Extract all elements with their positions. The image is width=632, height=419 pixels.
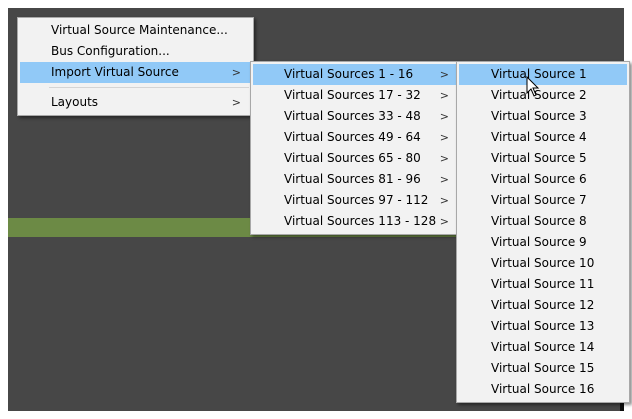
menu-item-virtual-sources-81-96[interactable]: Virtual Sources 81 - 96 > (253, 169, 459, 190)
mouse-pointer-icon (526, 76, 540, 97)
menu-item-layouts[interactable]: Layouts > (20, 92, 251, 113)
chevron-right-icon: > (439, 152, 449, 165)
menu-item-label: Virtual Sources 97 - 112 (284, 193, 429, 207)
menu-item-label: Virtual Sources 49 - 64 (284, 130, 421, 144)
menu-item-virtual-sources-97-112[interactable]: Virtual Sources 97 - 112 > (253, 190, 459, 211)
chevron-right-icon: > (439, 194, 449, 207)
menu-item-label: Virtual Source 15 (491, 361, 595, 375)
menu-item-virtual-source-6[interactable]: Virtual Source 6 (459, 169, 627, 190)
chevron-right-icon: > (439, 68, 449, 81)
chevron-right-icon: > (439, 110, 449, 123)
menu-item-virtual-source-13[interactable]: Virtual Source 13 (459, 316, 627, 337)
menu-item-virtual-source-14[interactable]: Virtual Source 14 (459, 337, 627, 358)
import-virtual-source-submenu: Virtual Sources 1 - 16 > Virtual Sources… (250, 61, 462, 235)
menu-item-label: Layouts (51, 95, 99, 109)
menu-separator (49, 87, 249, 88)
menu-item-virtual-sources-65-80[interactable]: Virtual Sources 65 - 80 > (253, 148, 459, 169)
menu-item-label: Virtual Source 13 (491, 319, 595, 333)
menu-item-label: Virtual Sources 113 - 128 (284, 214, 437, 228)
menu-item-label: Virtual Source 8 (491, 214, 587, 228)
menu-item-label: Virtual Sources 17 - 32 (284, 88, 421, 102)
context-menu: Virtual Source Maintenance... Bus Config… (17, 17, 254, 116)
menu-item-virtual-source-11[interactable]: Virtual Source 11 (459, 274, 627, 295)
menu-item-label: Virtual Source Maintenance... (51, 23, 228, 37)
menu-item-label: Virtual Source 12 (491, 298, 595, 312)
virtual-sources-1-16-submenu: Virtual Source 1 Virtual Source 2 Virtua… (456, 61, 630, 403)
menu-item-virtual-source-7[interactable]: Virtual Source 7 (459, 190, 627, 211)
menu-item-label: Virtual Source 10 (491, 256, 595, 270)
menu-item-virtual-source-15[interactable]: Virtual Source 15 (459, 358, 627, 379)
menu-item-label: Virtual Source 6 (491, 172, 587, 186)
menu-item-virtual-source-1[interactable]: Virtual Source 1 (459, 64, 627, 85)
menu-item-label: Virtual Source 3 (491, 109, 587, 123)
menu-item-label: Virtual Source 14 (491, 340, 595, 354)
chevron-right-icon: > (231, 96, 241, 109)
menu-item-label: Virtual Source 11 (491, 277, 595, 291)
menu-item-label: Virtual Sources 1 - 16 (284, 67, 414, 81)
chevron-right-icon: > (231, 66, 241, 79)
chevron-right-icon: > (439, 173, 449, 186)
menu-item-virtual-source-3[interactable]: Virtual Source 3 (459, 106, 627, 127)
chevron-right-icon: > (439, 215, 449, 228)
chevron-right-icon: > (439, 89, 449, 102)
menu-item-virtual-source-maintenance[interactable]: Virtual Source Maintenance... (20, 20, 251, 41)
menu-item-virtual-source-10[interactable]: Virtual Source 10 (459, 253, 627, 274)
menu-item-label: Virtual Sources 65 - 80 (284, 151, 421, 165)
menu-item-virtual-sources-33-48[interactable]: Virtual Sources 33 - 48 > (253, 106, 459, 127)
menu-item-label: Import Virtual Source (51, 65, 179, 79)
menu-item-label: Virtual Source 5 (491, 151, 587, 165)
menu-item-virtual-source-12[interactable]: Virtual Source 12 (459, 295, 627, 316)
menu-item-label: Virtual Source 4 (491, 130, 587, 144)
menu-item-virtual-sources-1-16[interactable]: Virtual Sources 1 - 16 > (253, 64, 459, 85)
chevron-right-icon: > (439, 131, 449, 144)
menu-item-virtual-source-8[interactable]: Virtual Source 8 (459, 211, 627, 232)
menu-item-label: Bus Configuration... (51, 44, 170, 58)
menu-item-import-virtual-source[interactable]: Import Virtual Source > (20, 62, 251, 83)
menu-item-label: Virtual Source 9 (491, 235, 587, 249)
menu-item-label: Virtual Sources 81 - 96 (284, 172, 421, 186)
menu-item-virtual-source-16[interactable]: Virtual Source 16 (459, 379, 627, 400)
menu-item-virtual-sources-17-32[interactable]: Virtual Sources 17 - 32 > (253, 85, 459, 106)
menu-item-label: Virtual Sources 33 - 48 (284, 109, 421, 123)
menu-item-virtual-source-5[interactable]: Virtual Source 5 (459, 148, 627, 169)
menu-item-bus-configuration[interactable]: Bus Configuration... (20, 41, 251, 62)
menu-item-virtual-sources-113-128[interactable]: Virtual Sources 113 - 128 > (253, 211, 459, 232)
menu-item-label: Virtual Source 16 (491, 382, 595, 396)
menu-item-virtual-source-9[interactable]: Virtual Source 9 (459, 232, 627, 253)
menu-item-virtual-sources-49-64[interactable]: Virtual Sources 49 - 64 > (253, 127, 459, 148)
menu-item-virtual-source-2[interactable]: Virtual Source 2 (459, 85, 627, 106)
menu-item-label: Virtual Source 7 (491, 193, 587, 207)
menu-item-virtual-source-4[interactable]: Virtual Source 4 (459, 127, 627, 148)
